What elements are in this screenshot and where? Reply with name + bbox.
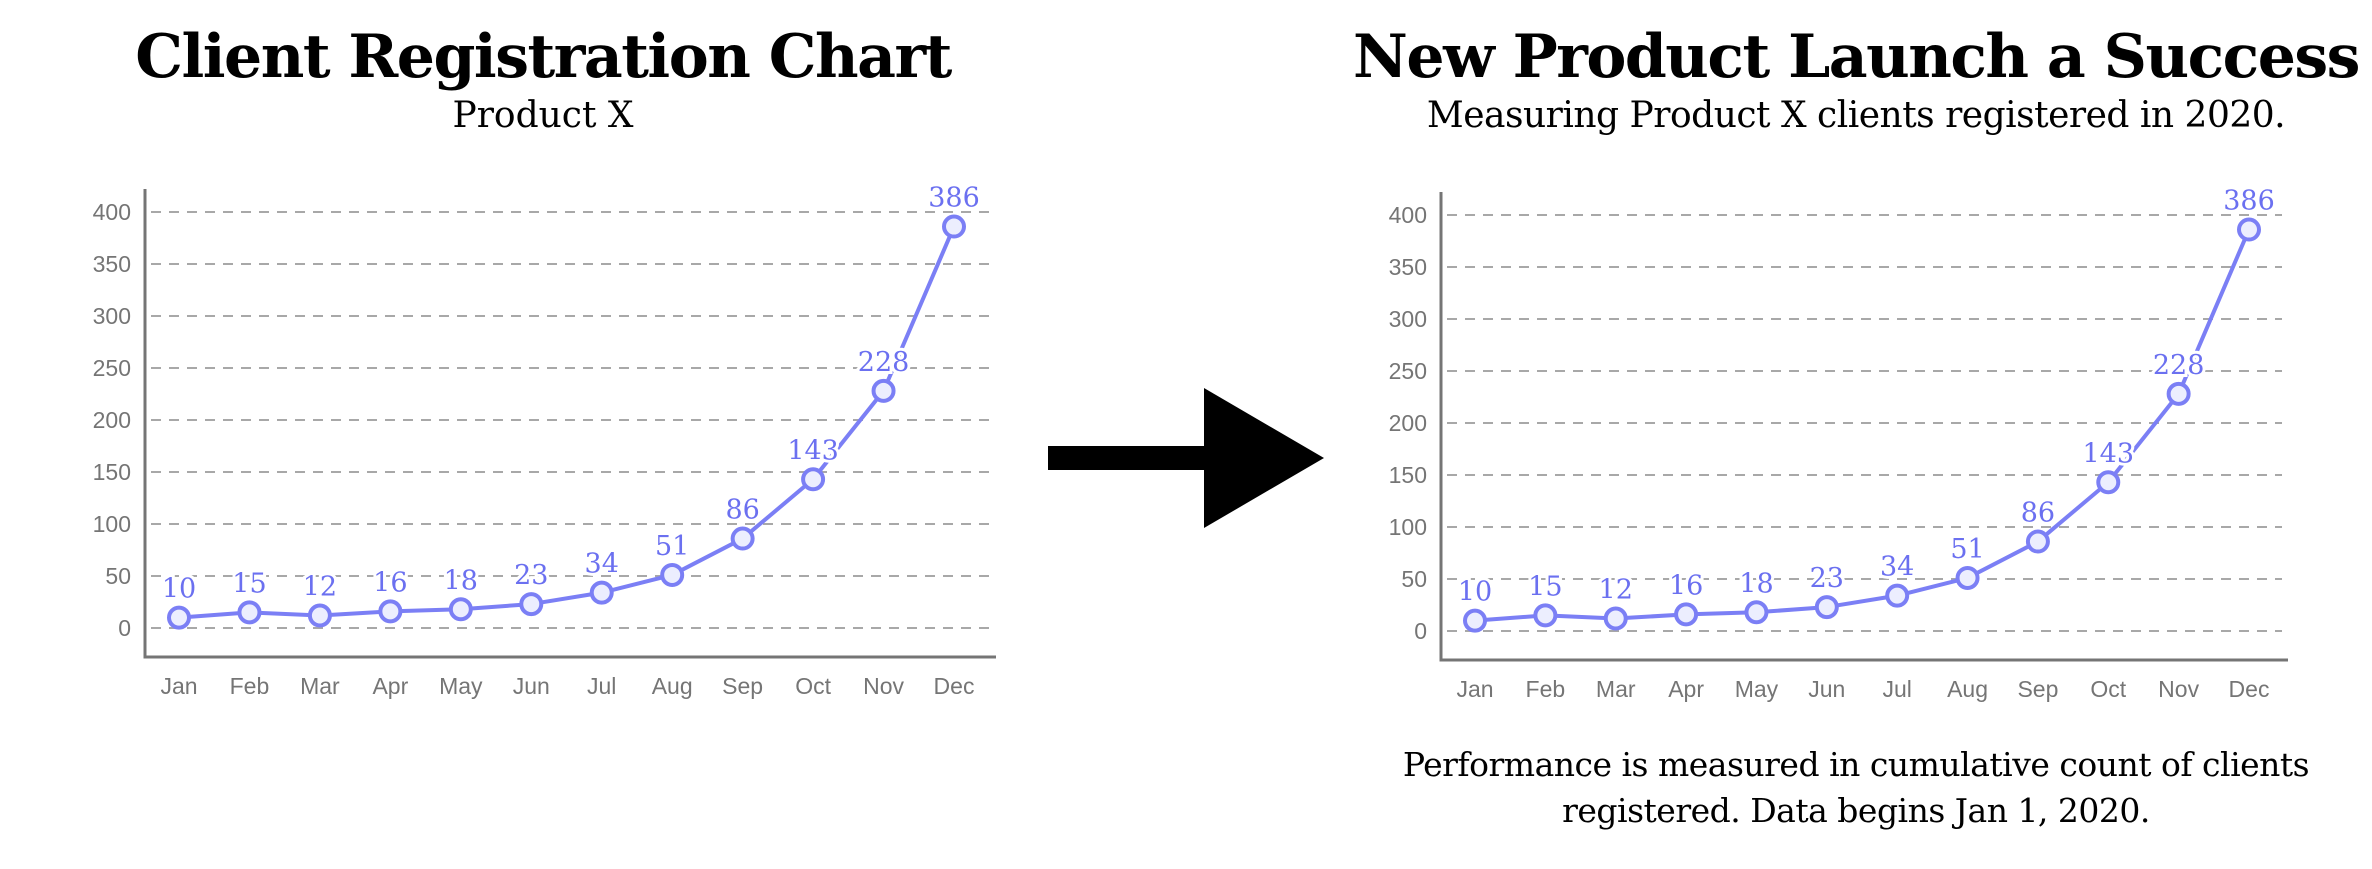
x-tick-label: Nov (863, 673, 904, 699)
data-point (2096, 470, 2121, 495)
y-tick-label: 250 (93, 355, 131, 381)
data-label: 16 (373, 567, 407, 598)
x-tick-label: Dec (934, 673, 975, 699)
x-tick-label: May (1735, 676, 1779, 702)
y-tick-label: 100 (93, 511, 131, 537)
data-point (942, 214, 966, 239)
data-point (2237, 217, 2261, 242)
data-label: 16 (1669, 570, 1703, 601)
data-point (2166, 381, 2191, 406)
y-tick-label: 150 (1389, 462, 1427, 488)
data-point (307, 603, 332, 628)
y-tick-label: 300 (93, 303, 131, 329)
data-label: 143 (2082, 438, 2134, 469)
x-tick-label: Dec (2229, 676, 2270, 702)
data-label: 34 (585, 549, 619, 580)
data-label: 10 (162, 574, 196, 605)
y-tick-label: 200 (1389, 410, 1427, 436)
data-point (1814, 595, 1839, 620)
data-label: 23 (514, 560, 548, 591)
data-point (801, 467, 826, 492)
y-tick-label: 400 (93, 199, 131, 225)
data-label: 386 (2223, 186, 2275, 217)
y-tick-label: 0 (1414, 618, 1427, 644)
y-tick-label: 50 (105, 563, 131, 589)
data-point (1533, 603, 1558, 628)
data-label: 386 (928, 183, 980, 214)
data-point (1744, 600, 1769, 625)
data-label: 10 (1458, 577, 1492, 608)
charts-canvas: 050100150200250300350400Jan Feb Mar Apr May J… (93, 180, 2288, 702)
x-tick-label: Jul (587, 673, 616, 699)
y-tick-label: 350 (1389, 254, 1427, 280)
data-label: 143 (787, 435, 839, 466)
data-label: 86 (2021, 498, 2055, 529)
y-tick-label: 350 (93, 251, 131, 277)
data-label: 34 (1880, 552, 1914, 583)
data-label: 15 (232, 568, 266, 599)
data-point (237, 600, 262, 625)
data-point (519, 592, 544, 617)
y-tick-label: 150 (93, 459, 131, 485)
data-label: 18 (444, 565, 478, 596)
x-tick-label: Mar (1596, 676, 1636, 702)
series-line (178, 225, 956, 620)
x-tick-label: Jun (1808, 676, 1845, 702)
x-tick-label: Apr (1668, 676, 1704, 702)
x-tick-label: Oct (795, 673, 831, 699)
data-label: 12 (1599, 575, 1633, 606)
x-tick-label: May (439, 673, 483, 699)
x-tick-label: Aug (652, 673, 693, 699)
left-line-chart: 0 50 100 150 200 250 300 350 400 Jan Feb Mar Apr May J… (93, 180, 996, 699)
y-tick-label: 100 (1389, 514, 1427, 540)
y-tick-label: 300 (1389, 306, 1427, 332)
data-point (167, 605, 191, 630)
x-tick-label: Mar (300, 673, 340, 699)
x-tick-label: Jun (513, 673, 550, 699)
x-tick-label: Jan (1456, 676, 1493, 702)
data-point (871, 378, 896, 403)
right-arrow-icon (1048, 388, 1324, 528)
x-tick-label: Sep (2017, 676, 2058, 702)
data-label: 228 (858, 347, 910, 378)
y-tick-label: 250 (1389, 358, 1427, 384)
x-tick-label: Feb (1526, 676, 1566, 702)
x-tick-label: Sep (722, 673, 763, 699)
x-tick-label: Nov (2158, 676, 2199, 702)
data-label: 51 (1950, 534, 1984, 565)
data-point (378, 599, 403, 624)
data-label: 86 (725, 495, 759, 526)
data-point (2025, 529, 2050, 554)
data-label: 18 (1739, 568, 1773, 599)
data-label: 228 (2153, 350, 2205, 381)
data-point (448, 597, 473, 622)
data-label: 12 (303, 572, 337, 603)
data-label: 23 (1810, 563, 1844, 594)
data-point (1955, 565, 1980, 590)
data-point (589, 580, 614, 605)
right-line-chart: 0 50 100 150 200 250 300 350 400 Jan Feb Mar Apr May J… (1389, 183, 2288, 702)
x-tick-label: Aug (1947, 676, 1988, 702)
y-tick-label: 200 (93, 407, 131, 433)
y-tick-label: 50 (1401, 566, 1427, 592)
y-tick-label: 0 (118, 615, 131, 641)
series-line (1474, 228, 2251, 623)
x-tick-label: Feb (230, 673, 270, 699)
data-point (730, 526, 755, 551)
data-point (1674, 602, 1699, 627)
data-point (1603, 606, 1628, 631)
x-tick-label: Oct (2090, 676, 2126, 702)
x-tick-label: Jul (1882, 676, 1911, 702)
data-point (1885, 583, 1910, 608)
data-point (660, 562, 685, 587)
data-label: 51 (655, 531, 689, 562)
data-label: 15 (1528, 571, 1562, 602)
y-tick-label: 400 (1389, 202, 1427, 228)
x-tick-label: Apr (372, 673, 408, 699)
x-tick-label: Jan (160, 673, 197, 699)
data-point (1463, 608, 1487, 633)
